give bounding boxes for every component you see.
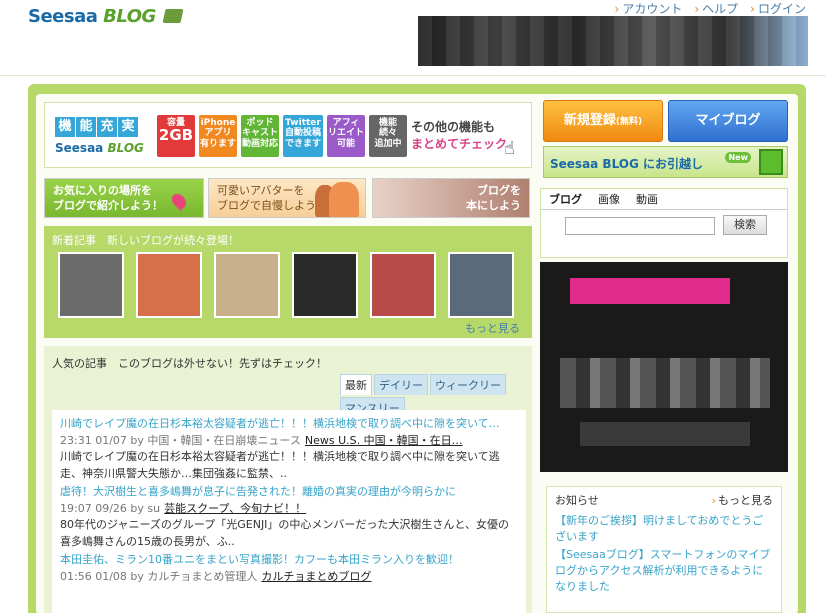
search-tab-blog[interactable]: ブログ [541,189,590,209]
notice-heading: お知らせ [555,494,599,507]
logo-blog-text: BLOG [103,6,156,27]
notice-header: お知らせ もっと見る [555,493,773,509]
notice-item-link[interactable]: 【Seesaaブログ】スマートフォンのマイブログからアクセス解析が利用できるよう… [555,547,773,595]
post-thumbnail[interactable] [136,252,202,318]
top-links: アカウント ヘルプ ログイン [615,0,806,17]
promo-avatar[interactable]: 可愛いアバターを ブログで自慢しよう [208,178,366,218]
post-source-link[interactable]: News U.S. 中国・韓国・在日… [305,434,463,447]
sidebar-ad[interactable] [540,262,788,472]
popular-heading: 人気の記事 このブログは外せない！先ずはチェック！ [52,357,327,370]
site-header: Seesaa BLOG アカウント ヘルプ ログイン [0,0,826,76]
tab-daily[interactable]: デイリー [374,374,428,395]
ad-graphic [570,278,730,304]
notice-item-link[interactable]: 【新年のご挨拶】明けましておめでとうございます [555,513,773,545]
list-item: 川崎でレイプ魔の在日杉本裕太容疑者が逃亡！！！横浜地検で取り調べ中に隙を突いて…… [60,416,518,482]
feature-more-coming: 機能 続々 追加中 [369,115,407,157]
new-badge: New [725,152,751,163]
map-pin-icon [169,191,189,211]
check-all-features[interactable]: その他の機能も まとめてチェック [411,119,507,153]
blog-move-banner[interactable]: Seesaa BLOG にお引越し New [543,146,788,178]
notice-more-link[interactable]: もっと見る [712,493,773,509]
features-brand: Seesaa BLOG [55,141,144,155]
help-link[interactable]: ヘルプ [694,0,738,17]
feature-affiliate: アフィ リエイト 可能 [327,115,365,157]
search-box: ブログ 画像 動画 検索 [540,188,788,258]
features-title: 機能充実 [55,117,139,137]
new-posts-more-link[interactable]: もっと見る [465,320,520,336]
feature-podcast: ポッド キャスト 動画対応 [241,115,279,157]
feature-twitter: Twitter 自動投稿 できます [283,115,323,157]
notice-section: お知らせ もっと見る 【新年のご挨拶】明けましておめでとうございます 【Sees… [546,486,782,613]
cube-icon [759,149,783,175]
search-tab-video[interactable]: 動画 [628,189,666,209]
book-icon [162,9,184,23]
hand-cursor-icon: ☝ [504,138,515,159]
register-button[interactable]: 新規登録(無料) [543,100,663,142]
list-item: 虐待！大沢樹生と喜多嶋舞が息子に告発された！離婚の真実の理由が今明らかに 19:… [60,484,518,550]
promo-map[interactable]: お気に入りの場所を ブログで紹介しよう！ [44,178,204,218]
header-banner-ad[interactable] [418,16,808,66]
post-title-link[interactable]: 川崎でレイプ魔の在日杉本裕太容疑者が逃亡！！！横浜地検で取り調べ中に隙を突いて… [60,416,518,433]
new-posts-heading: 新着記事 新しいブログが続々登場！ [52,234,239,247]
search-tab-image[interactable]: 画像 [590,189,628,209]
post-description: 80年代のジャニーズのグループ「光GENJI」の中心メンバーだった大沢樹生さんと… [60,518,509,548]
search-button[interactable]: 検索 [723,215,767,235]
ad-graphic [560,358,770,408]
post-source-link[interactable]: 芸能スクープ、今旬ナビ！！ [164,502,306,515]
feature-storage: 容量 2GB [157,115,195,157]
search-input[interactable] [565,217,715,235]
promo-book[interactable]: ブログを 本にしよう [372,178,530,218]
post-thumbnail[interactable] [448,252,514,318]
seesaa-blog-logo[interactable]: Seesaa BLOG [28,6,184,27]
features-banner[interactable]: 機能充実 Seesaa BLOG 容量 2GB iPhone アプリ 有ります ポッド… [44,102,532,168]
post-thumbnail[interactable] [214,252,280,318]
new-posts-section: 新着記事 新しいブログが続々登場！ もっと見る [44,226,532,338]
my-blog-button[interactable]: マイブログ [668,100,788,142]
logo-text: Seesaa [28,6,98,27]
search-tabs: ブログ 画像 動画 [541,189,787,210]
post-meta: 19:07 09/26 by su 芸能スクープ、今旬ナビ！！ [60,501,307,515]
new-posts-thumbnails [58,252,514,318]
post-thumbnail[interactable] [370,252,436,318]
post-thumbnail[interactable] [292,252,358,318]
tab-weekly[interactable]: ウィークリー [430,374,506,395]
popular-post-list: 川崎でレイプ魔の在日杉本裕太容疑者が逃亡！！！横浜地検で取り調べ中に隙を突いて…… [52,410,526,613]
post-meta: 01:56 01/08 by カルチョまとめ管理人 カルチョまとめブログ [60,569,372,583]
popular-posts-section: 人気の記事 このブログは外せない！先ずはチェック！ 最新 デイリー ウィークリー… [44,346,532,613]
post-title-link[interactable]: 虐待！大沢樹生と喜多嶋舞が息子に告発された！離婚の真実の理由が今明らかに [60,484,518,501]
feature-iphone: iPhone アプリ 有ります [199,115,237,157]
post-thumbnail[interactable] [58,252,124,318]
post-description: 川崎でレイプ魔の在日杉本裕太容疑者が逃亡！！！横浜地検で取り調べ中に隙を突いて逃… [60,450,500,480]
tab-latest[interactable]: 最新 [340,374,372,395]
avatar-figure-icon [329,182,359,217]
post-meta: 23:31 01/07 by 中国・韓国・在日崩壊ニュース News U.S. 中… [60,433,463,447]
post-title-link[interactable]: 本田圭佑、ミラン10番ユニをまとい写真撮影！カフーも本田ミラン入りを歓迎！ [60,552,518,569]
account-link[interactable]: アカウント [615,0,682,17]
post-source-link[interactable]: カルチョまとめブログ [261,570,371,583]
ad-graphic [580,422,750,446]
login-link[interactable]: ログイン [750,0,806,17]
list-item: 本田圭佑、ミラン10番ユニをまとい写真撮影！カフーも本田ミラン入りを歓迎！ 01… [60,552,518,585]
